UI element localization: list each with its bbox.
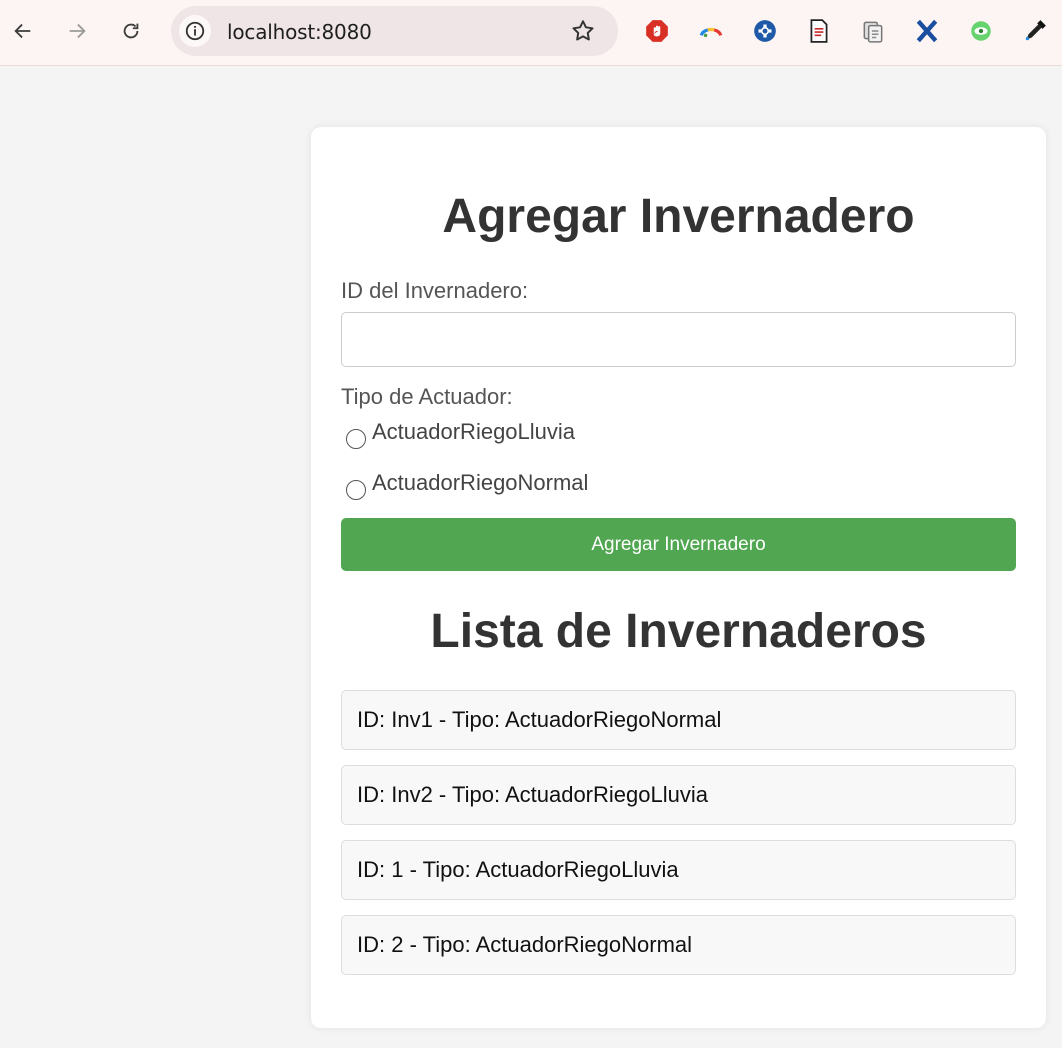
browser-toolbar: localhost:8080: [0, 0, 1062, 66]
clipboard-icon[interactable]: [858, 15, 888, 47]
url-text[interactable]: localhost:8080: [227, 20, 372, 44]
main-card: Agregar Invernadero ID del Invernadero: …: [311, 127, 1046, 1028]
agregar-button[interactable]: Agregar Invernadero: [341, 518, 1016, 571]
reload-button[interactable]: [113, 13, 149, 49]
list-title: Lista de Invernaderos: [430, 605, 927, 658]
radio-label: ActuadorRiegoLluvia: [372, 419, 576, 444]
list-item: ID: 2 - Tipo: ActuadorRiegoNormal: [341, 915, 1016, 975]
radio-option-lluvia[interactable]: ActuadorRiegoLluvia: [346, 419, 575, 449]
list-item: ID: Inv1 - Tipo: ActuadorRiegoNormal: [341, 690, 1016, 750]
radio-option-normal[interactable]: ActuadorRiegoNormal: [346, 470, 588, 500]
form-title: Agregar Invernadero: [442, 190, 915, 243]
adblock-icon[interactable]: [642, 15, 672, 47]
color-picker-icon[interactable]: [1020, 15, 1050, 47]
radio-button[interactable]: [346, 480, 366, 500]
bookmark-star-icon[interactable]: [570, 18, 596, 44]
address-bar[interactable]: localhost:8080: [171, 6, 618, 56]
blue-x-icon[interactable]: [912, 15, 942, 47]
reload-icon: [123, 23, 139, 39]
back-button[interactable]: [5, 13, 41, 49]
list-item: ID: 1 - Tipo: ActuadorRiegoLluvia: [341, 840, 1016, 900]
blue-plus-icon[interactable]: [750, 15, 780, 47]
radio-label: ActuadorRiegoNormal: [372, 470, 589, 495]
pdf-document-icon[interactable]: [804, 15, 834, 47]
tipo-label: Tipo de Actuador:: [341, 384, 513, 409]
info-icon[interactable]: [179, 15, 211, 47]
back-arrow-icon: [14, 23, 31, 39]
id-input[interactable]: [341, 312, 1016, 367]
forward-arrow-icon: [69, 23, 86, 39]
id-label: ID del Invernadero:: [341, 278, 529, 303]
green-eye-icon[interactable]: [966, 15, 996, 47]
list-item: ID: Inv2 - Tipo: ActuadorRiegoLluvia: [341, 765, 1016, 825]
rainbow-arc-icon[interactable]: [696, 15, 726, 47]
forward-button[interactable]: [59, 13, 95, 49]
radio-button[interactable]: [346, 429, 366, 449]
